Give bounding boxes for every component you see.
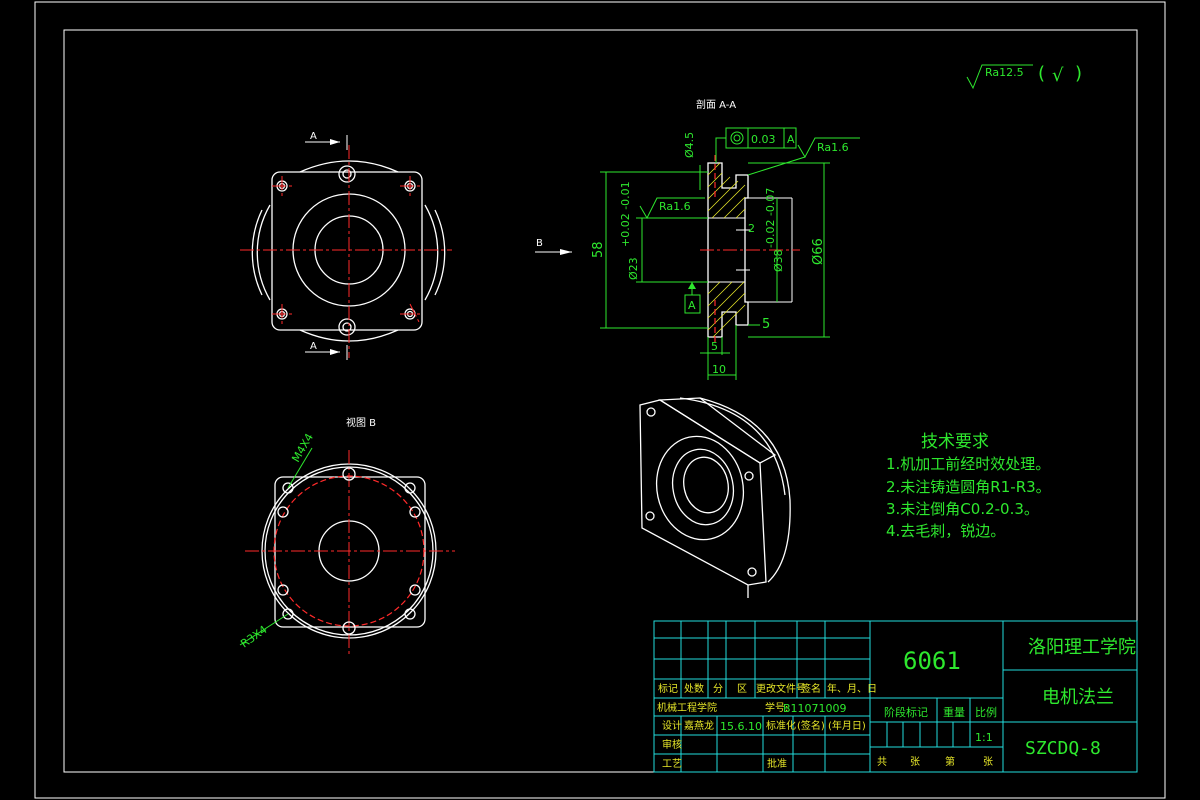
tb-sheet-no-unit: 张 xyxy=(983,756,993,768)
tb-header-change: 更改文件号 xyxy=(756,682,806,695)
tb-sign-label: (签名) xyxy=(797,719,825,732)
title-block: 标记 处数 分 区 更改文件号 签名 年、月、日 机械工程学院 学号: B110… xyxy=(653,620,1138,773)
tech-note-2: 2.未注铸造圆角R1-R3。 xyxy=(886,478,1051,496)
view-b-title: 视图 B xyxy=(346,416,376,429)
tb-material: 6061 xyxy=(903,647,961,675)
tolerance-value: 0.03 xyxy=(751,133,776,146)
tb-approve-label: 批准 xyxy=(767,757,787,770)
section-view: 剖面 A-A 0.03 A Ra1.6 Ra1.6 A 58 Ø23 +0.02… xyxy=(591,98,860,380)
dim-small-hole: Ø4.5 xyxy=(683,132,696,158)
roughness-check: √ xyxy=(1052,65,1064,86)
view-b: 视图 B M4X4 R3X4 xyxy=(238,416,455,655)
dim-outer: Ø66 xyxy=(811,238,826,265)
tb-sheet-no: 第 xyxy=(945,755,955,768)
tb-design-name: 嘉燕龙 xyxy=(684,719,714,732)
tb-header-zone: 区 xyxy=(737,683,747,695)
tb-school: 洛阳理工学院 xyxy=(1028,637,1136,658)
dim-total-thickness: 10 xyxy=(712,363,726,376)
tb-date-label: (年月日) xyxy=(828,719,866,732)
section-title: 剖面 A-A xyxy=(696,98,736,111)
tech-notes-title: 技术要求 xyxy=(921,432,989,452)
dim-height: 58 xyxy=(591,241,606,258)
tb-scale-label: 比例 xyxy=(975,705,997,719)
section-hatch-bottom xyxy=(707,281,746,338)
tb-sheet-total: 共 xyxy=(877,756,887,768)
section-marker-bottom: A xyxy=(310,341,317,352)
tb-review-label: 审核 xyxy=(662,738,682,751)
tb-header-count: 处数 xyxy=(684,682,704,695)
tb-design-label: 设计 xyxy=(662,719,682,732)
view-b-arrow: B xyxy=(535,238,572,255)
roughness-top: Ra1.6 xyxy=(817,141,849,154)
dim-groove: 5 xyxy=(762,317,770,332)
view-b-arrow-label: B xyxy=(536,238,543,249)
roughness-paren-open: ( xyxy=(1038,63,1045,84)
front-view: A A xyxy=(240,131,452,360)
dim-boss-tol: -0.02 -0.07 xyxy=(764,188,777,248)
dim-bore: Ø23 xyxy=(627,257,640,280)
tb-header-sign: 签名 xyxy=(801,682,821,695)
datum-label: A xyxy=(688,299,696,312)
tb-student-no: B11071009 xyxy=(783,702,847,715)
roughness-value: Ra12.5 xyxy=(985,66,1024,79)
section-marker-top: A xyxy=(310,131,317,142)
tb-design-date: 15.6.10 xyxy=(720,720,762,733)
view-b-radius-label: R3X4 xyxy=(238,623,269,650)
tolerance-frame: 0.03 A xyxy=(715,127,797,163)
tb-header-mark: 标记 xyxy=(658,683,678,695)
tb-part-name: 电机法兰 xyxy=(1042,687,1114,708)
tb-sheet-total-unit: 张 xyxy=(910,756,920,768)
tech-note-1: 1.机加工前经时效处理。 xyxy=(886,455,1050,473)
cad-drawing: Ra12.5 ( √ ) A A B 剖面 A-A 0.03 A Ra1.6 R… xyxy=(34,1,1166,799)
tb-process-label: 工艺 xyxy=(662,758,682,770)
tech-note-3: 3.未注倒角C0.2-0.3。 xyxy=(886,500,1039,518)
roughness-left: Ra1.6 xyxy=(659,200,691,213)
sheet-inner-border xyxy=(63,29,1138,773)
dim-flange-thickness: 5 xyxy=(711,340,718,353)
tb-weight-label: 重量 xyxy=(943,705,965,719)
dim-bore-tol: +0.02 -0.01 xyxy=(619,181,632,247)
tolerance-datum: A xyxy=(787,133,795,146)
general-roughness-symbol: Ra12.5 ( √ ) xyxy=(966,63,1082,90)
tb-header-date: 年、月、日 xyxy=(827,682,877,695)
dim-boss: Ø38 xyxy=(772,249,785,272)
tb-standard-label: 标准化 xyxy=(766,719,796,732)
technical-requirements: 技术要求 1.机加工前经时效处理。 2.未注铸造圆角R1-R3。 3.未注倒角C… xyxy=(886,432,1051,540)
tb-stage-label: 阶段标记 xyxy=(884,705,928,719)
view-b-thread-label: M4X4 xyxy=(289,431,316,464)
tb-drawing-no: SZCDQ-8 xyxy=(1025,738,1101,759)
section-hatch-top xyxy=(707,162,746,219)
dim-step: 2 xyxy=(748,222,755,235)
isometric-view xyxy=(639,397,791,598)
roughness-paren-close: ) xyxy=(1075,63,1082,84)
sheet-outer-border xyxy=(34,1,1166,799)
tb-scale-value: 1:1 xyxy=(975,731,993,744)
tech-note-4: 4.去毛刺，锐边。 xyxy=(886,522,1005,540)
tb-header-part: 分 xyxy=(713,683,723,695)
tb-class: 机械工程学院 xyxy=(657,701,717,714)
